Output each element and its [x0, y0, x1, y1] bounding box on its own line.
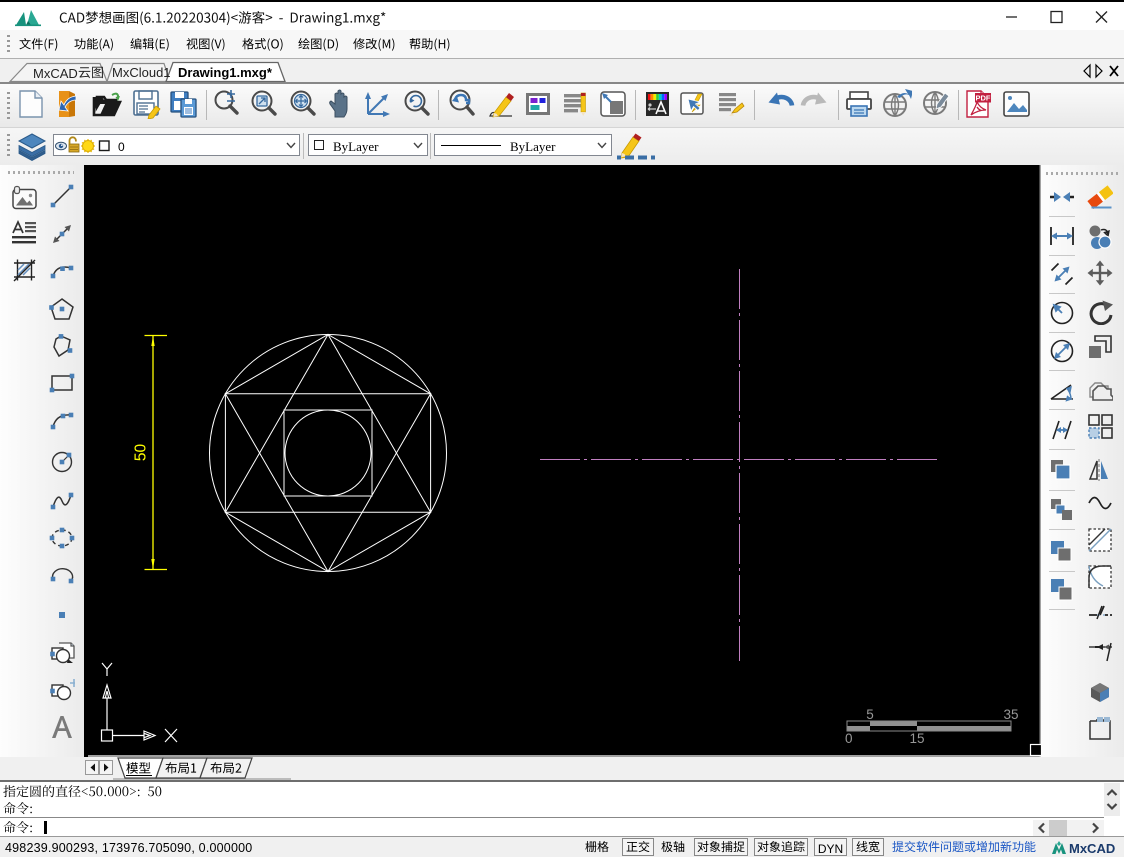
svg-text:15: 15 [909, 731, 924, 746]
svg-text:0: 0 [845, 731, 853, 746]
svg-text:35: 35 [1003, 707, 1018, 722]
svg-text:50: 50 [133, 444, 150, 462]
svg-text:5: 5 [866, 707, 874, 722]
svg-text:PDF: PDF [976, 94, 991, 103]
